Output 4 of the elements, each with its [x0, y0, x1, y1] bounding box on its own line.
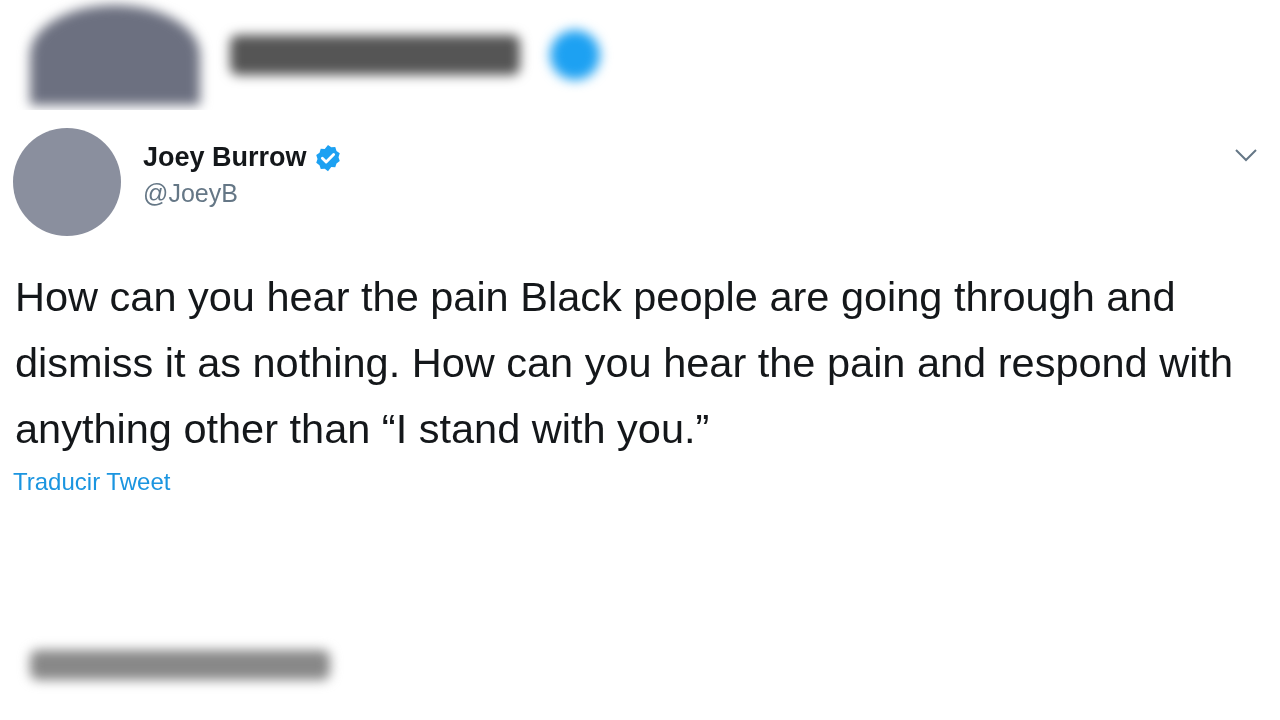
- author-name[interactable]: Joey Burrow: [143, 142, 307, 173]
- chevron-down-icon[interactable]: [1234, 148, 1258, 162]
- author-handle: @JoeyB: [143, 179, 239, 208]
- tweet-text: How can you hear the pain Black people are going through and dismiss it as nothing. How can you hear the pain and respond with anything other than “I stand with you.”: [15, 272, 1235, 454]
